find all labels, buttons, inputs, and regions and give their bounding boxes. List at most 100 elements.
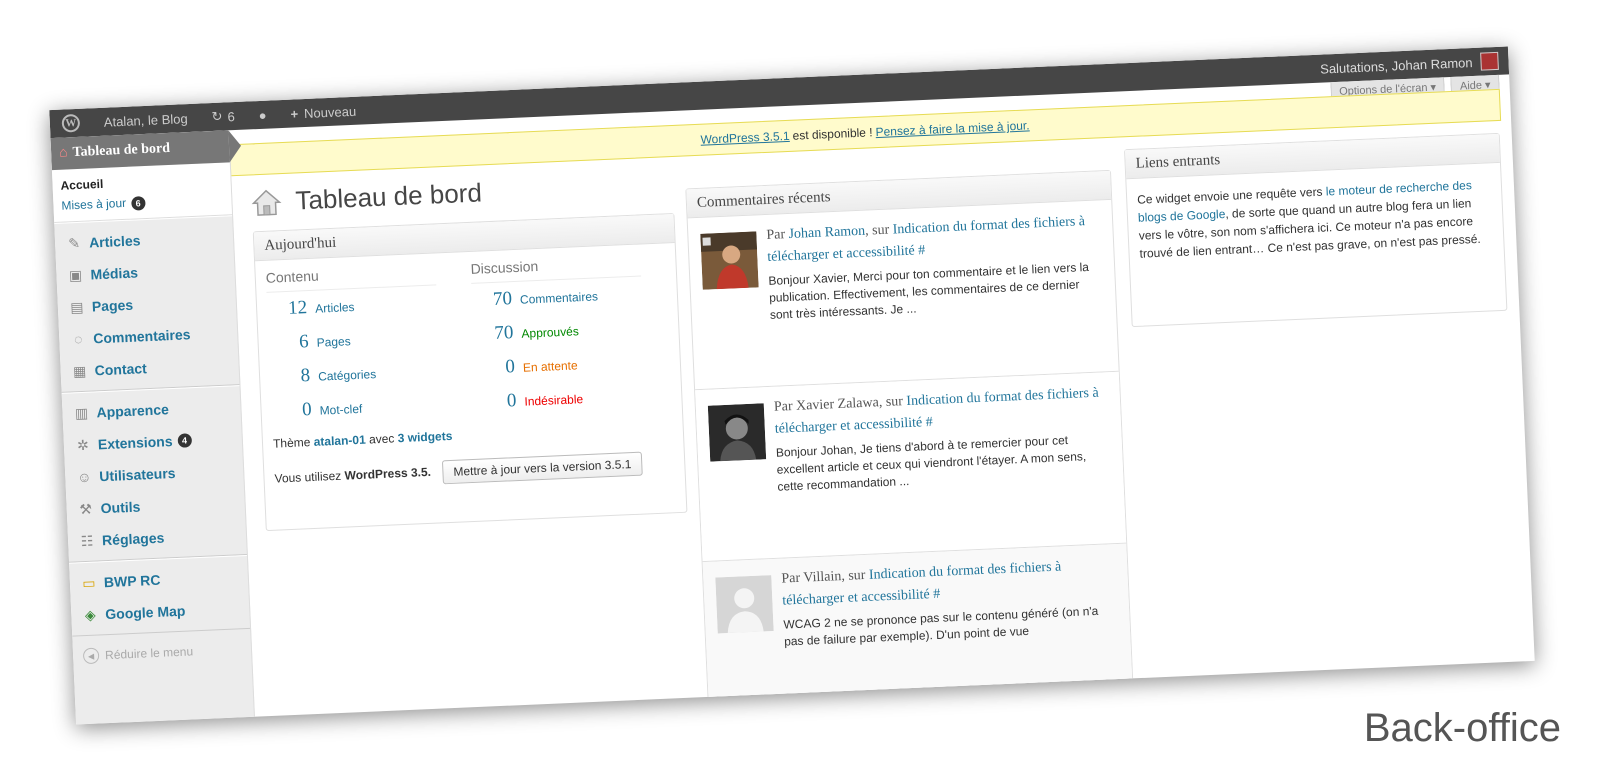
menu-articles-label: Articles xyxy=(88,232,141,251)
comment-prefix: Par xyxy=(781,570,801,587)
plus-icon: + xyxy=(290,105,299,122)
update-now-link[interactable]: Pensez à faire la mise à jour. xyxy=(875,118,1030,139)
collapse-arrow-icon: ◀ xyxy=(82,647,100,665)
menu-group-plugins: ▭ BWP RC ◈ Google Map xyxy=(69,554,251,637)
updates-count-badge: 6 xyxy=(130,196,146,211)
menu-dashboard-label: Tableau de bord xyxy=(72,140,171,161)
menu-users-label: Utilisateurs xyxy=(98,464,176,485)
comment-excerpt: Bonjour Xavier, Merci pour ton commentai… xyxy=(768,259,1090,322)
comment-body: Par Villain, sur Indication du format de… xyxy=(781,554,1118,650)
comment-author: Villain xyxy=(803,569,842,586)
approved-count: 70 xyxy=(493,322,514,344)
discussion-column: Discussion 70 Commentaires 70 Approuvés 0E… xyxy=(470,253,647,420)
comment-on: , sur xyxy=(878,394,904,411)
content-column: Contenu 12 Articles 6 Pages 8 Catégories 0M… xyxy=(265,262,442,428)
menu-comments-label: Commentaires xyxy=(92,326,191,347)
page-header: Tableau de bord xyxy=(251,177,483,218)
home-icon: ⌂ xyxy=(58,145,68,161)
menu-bwp-rc-label: BWP RC xyxy=(103,571,161,591)
pending-count: 0 xyxy=(504,356,516,378)
tags-count: 0 xyxy=(301,398,313,421)
incoming-links-text: Ce widget envoie une requête vers le mot… xyxy=(1126,163,1504,275)
slide-caption: Back-office xyxy=(1363,706,1561,750)
approved-label: Approuvés xyxy=(521,324,580,341)
new-content-button[interactable]: + Nouveau xyxy=(278,96,369,128)
comment-prefix: Par xyxy=(766,227,786,243)
comment-item: Par Xavier Zalawa, sur Indication du for… xyxy=(695,371,1127,563)
right-now-widget: Aujourd'hui Contenu 12 Articles 6 Pages 8C… xyxy=(252,212,688,532)
comments-label: Commentaires xyxy=(519,289,599,307)
comment-prefix: Par xyxy=(773,399,793,415)
comment-author: Xavier Zalawa xyxy=(795,395,880,414)
users-icon: ☺ xyxy=(76,468,92,486)
content-row-tags[interactable]: 0 Mot-clef xyxy=(271,387,442,428)
menu-appearance-label: Apparence xyxy=(96,401,170,421)
appearance-icon: ▥ xyxy=(74,404,89,421)
commenter-avatar xyxy=(707,403,767,462)
comment-body: Par Johan Ramon, sur Indication du forma… xyxy=(766,210,1104,323)
categories-count: 8 xyxy=(300,365,311,387)
spam-count: 0 xyxy=(506,390,517,412)
recent-comments-widget: Commentaires récents Par Johan Ramon, su… xyxy=(685,169,1134,702)
speech-bubble-icon: ● xyxy=(258,107,267,123)
commenter-avatar-default xyxy=(715,575,774,634)
menu-settings[interactable]: ☷ Réglages xyxy=(67,518,246,558)
comment-icon: ◌ xyxy=(73,330,83,348)
wordpress-logo-button[interactable]: W xyxy=(49,108,92,138)
categories-label: Catégories xyxy=(317,367,377,384)
wordpress-version-link[interactable]: WordPress 3.5.1 xyxy=(700,129,790,147)
pages-count: 6 xyxy=(298,331,310,353)
pages-icon: ▤ xyxy=(69,298,84,315)
plugin-icon: ✲ xyxy=(76,436,90,453)
widgets-link[interactable]: 3 widgets xyxy=(397,429,452,445)
comment-permalink[interactable]: # xyxy=(918,243,926,258)
menu-media-label: Médias xyxy=(90,264,139,283)
collapse-menu-button[interactable]: ◀ Réduire le menu xyxy=(73,641,252,665)
admin-sidebar-menu: ⌂ Tableau de bord Accueil Mises à jour 6 … xyxy=(50,130,255,725)
collapse-menu-label: Réduire le menu xyxy=(104,644,194,663)
discussion-row-spam[interactable]: 0 Indésirable xyxy=(476,378,647,419)
updates-button[interactable]: ↻ 6 xyxy=(199,102,247,132)
version-name: WordPress 3.5. xyxy=(344,464,432,483)
greeting-text: Salutations, Johan Ramon xyxy=(1319,54,1473,77)
new-content-label: Nouveau xyxy=(303,103,357,121)
menu-pages-label: Pages xyxy=(91,296,134,315)
comment-author-link[interactable]: Johan Ramon xyxy=(788,224,865,242)
pin-icon: ✎ xyxy=(67,234,81,251)
comment-excerpt: Bonjour Johan, Je tiens d'abord à te rem… xyxy=(775,433,1087,494)
pending-label: En attente xyxy=(522,358,578,375)
comment-permalink[interactable]: # xyxy=(933,587,941,602)
version-prefix: Vous utilisez xyxy=(274,468,342,486)
user-avatar-small xyxy=(1480,51,1499,71)
user-account-menu[interactable]: Salutations, Johan Ramon xyxy=(1320,51,1509,77)
menu-settings-label: Réglages xyxy=(101,529,165,549)
comment-on: , sur xyxy=(841,567,866,585)
update-version-button[interactable]: Mettre à jour vers la version 3.5.1 xyxy=(441,451,643,485)
menu-tools-label: Outils xyxy=(100,498,141,517)
theme-with: avec xyxy=(368,431,395,447)
screenshot-frame: W Atalan, le Blog ↻ 6 ● + Nouveau Saluta… xyxy=(49,46,1535,725)
menu-contact-label: Contact xyxy=(94,360,148,379)
comment-permalink[interactable]: # xyxy=(925,415,933,430)
comments-count: 70 xyxy=(492,288,513,310)
pages-label: Pages xyxy=(316,334,351,350)
tools-icon: ⚒ xyxy=(79,500,93,517)
comments-button[interactable]: ● xyxy=(246,100,279,129)
updates-count: 6 xyxy=(227,108,236,124)
bwp-rc-icon: ▭ xyxy=(81,574,96,591)
menu-plugins-label: Extensions xyxy=(97,433,173,453)
contact-form-icon: ▦ xyxy=(72,362,87,379)
theme-info: Thème atalan-01 avec 3 widgets xyxy=(273,429,453,451)
menu-contact[interactable]: ▦ Contact xyxy=(60,348,239,388)
menu-google-map[interactable]: ◈ Google Map xyxy=(71,592,250,632)
incoming-links-widget: Liens entrants Ce widget envoie une requ… xyxy=(1124,132,1508,328)
commenter-avatar xyxy=(700,231,759,290)
menu-google-map-label: Google Map xyxy=(104,602,186,623)
wordpress-logo-icon: W xyxy=(61,113,81,133)
theme-prefix: Thème xyxy=(272,435,311,451)
dashboard-submenu: Accueil Mises à jour 6 xyxy=(51,162,233,224)
theme-name-link[interactable]: atalan-01 xyxy=(313,433,366,449)
spam-label: Indésirable xyxy=(524,392,584,409)
menu-group-admin: ▥ Apparence ✲ Extensions 4 ☺ Utilisateurs ⚒ O… xyxy=(61,385,247,563)
comment-body: Par Xavier Zalawa, sur Indication du for… xyxy=(773,382,1111,495)
